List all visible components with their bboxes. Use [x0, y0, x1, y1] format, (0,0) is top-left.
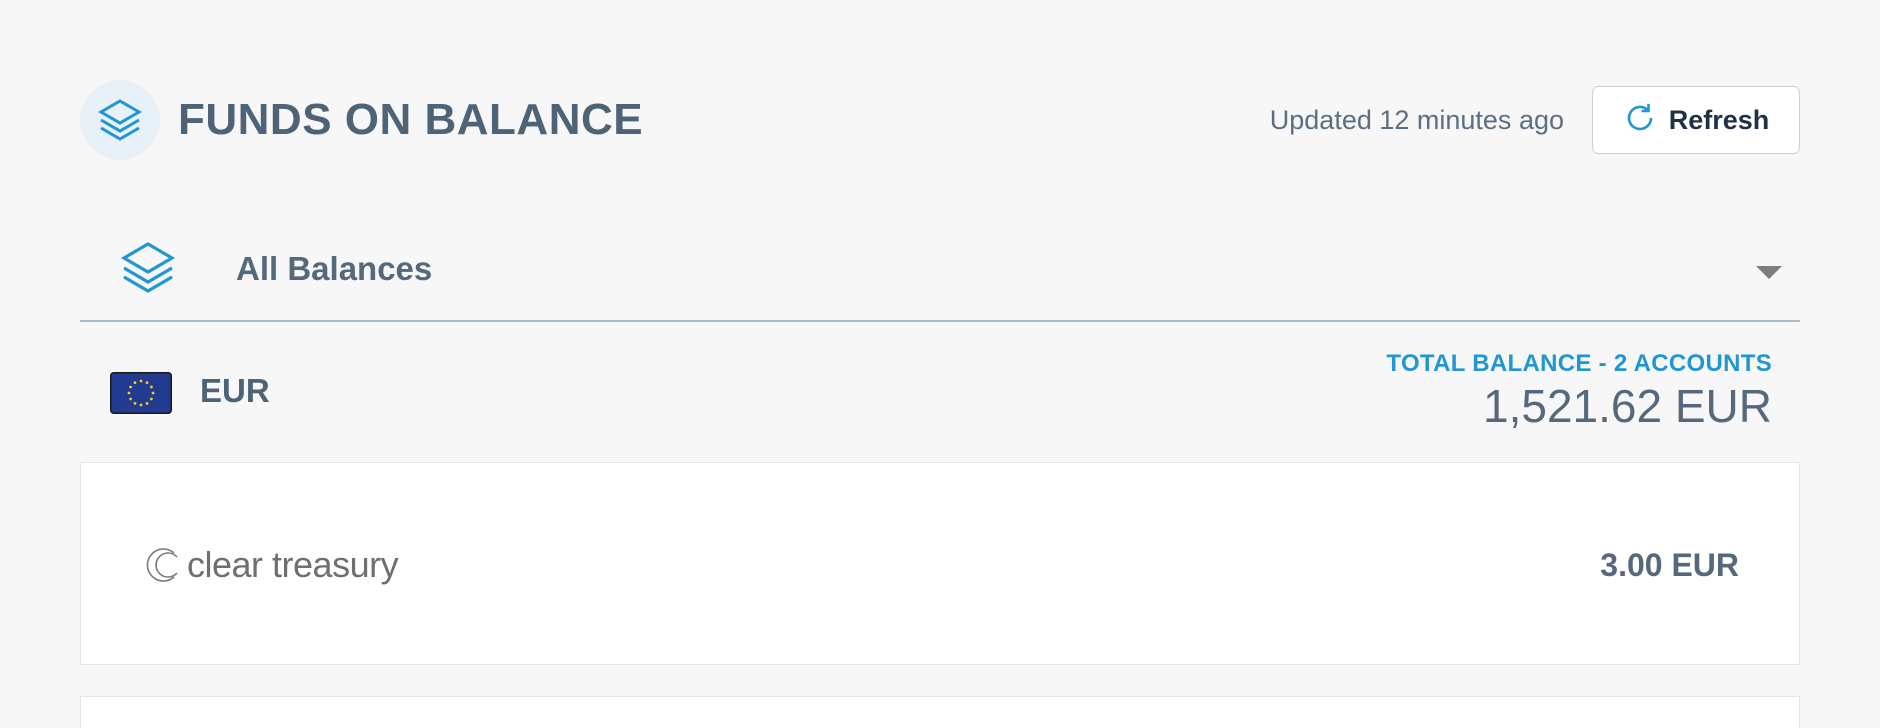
selected-balance-label: All Balances [236, 250, 433, 287]
account-card[interactable] [80, 696, 1800, 728]
page-title: FUNDS ON BALANCE [178, 95, 644, 144]
clear-treasury-logo: clear treasury [141, 543, 399, 587]
layers-icon [80, 80, 160, 160]
page-header: FUNDS ON BALANCE Updated 12 minutes ago … [80, 80, 1800, 160]
layers-icon [120, 240, 176, 301]
chevron-down-icon [1756, 266, 1782, 279]
eu-flag-icon [110, 372, 172, 419]
currency-code: EUR [200, 372, 270, 409]
currency-summary-row: EUR TOTAL BALANCE - 2 ACCOUNTS 1,521.62 … [80, 340, 1800, 460]
refresh-button[interactable]: Refresh [1592, 86, 1800, 154]
refresh-icon [1623, 101, 1657, 140]
balance-select-dropdown[interactable]: All Balances [80, 226, 1800, 322]
account-amount: 3.00 EUR [1600, 547, 1739, 583]
funds-on-balance-page: FUNDS ON BALANCE Updated 12 minutes ago … [0, 0, 1880, 728]
last-updated-text: Updated 12 minutes ago [1269, 105, 1564, 135]
refresh-label: Refresh [1668, 104, 1770, 135]
total-balance-label: TOTAL BALANCE - 2 ACCOUNTS [1386, 350, 1772, 377]
account-name: clear treasury [187, 544, 399, 585]
account-card[interactable]: clear treasury 3.00 EUR [80, 462, 1800, 665]
total-balance-amount: 1,521.62 EUR [1483, 380, 1772, 432]
